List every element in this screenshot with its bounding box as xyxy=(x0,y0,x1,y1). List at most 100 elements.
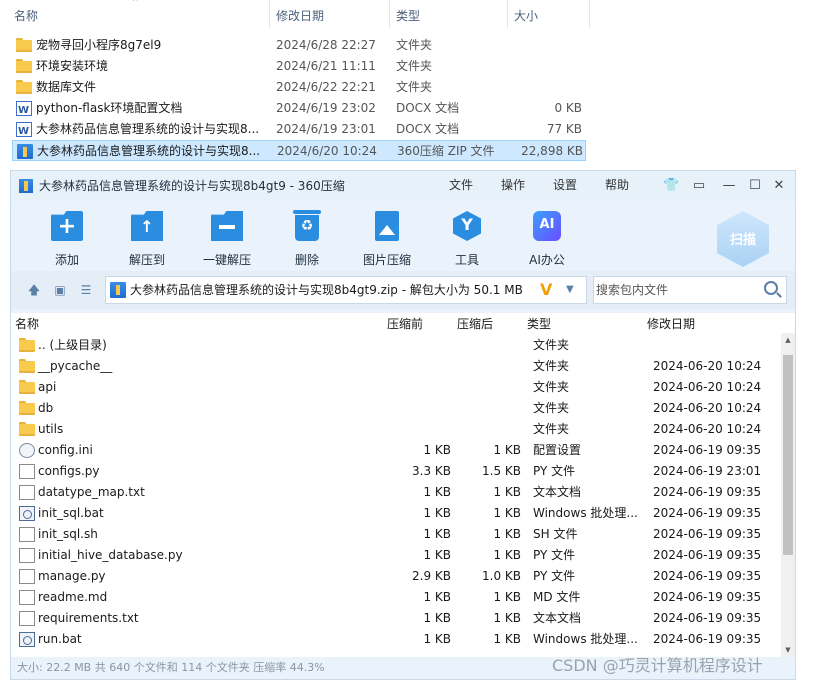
skin-icon[interactable]: 👕 xyxy=(663,178,679,194)
size-before: 1 KB xyxy=(423,590,451,604)
archive-row[interactable]: initial_hive_database.py 1 KB 1 KB PY 文件 202… xyxy=(11,545,781,566)
entry-type: PY 文件 xyxy=(533,464,576,478)
entry-name: config.ini xyxy=(38,443,93,457)
extract-label: 解压到 xyxy=(128,253,165,267)
archive-row[interactable]: requirements.txt 1 KB 1 KB 文本文档 2024-06-19 0… xyxy=(11,608,781,629)
archive-row[interactable]: utils 文件夹 2024-06-20 10:24 xyxy=(11,419,781,440)
zip-icon xyxy=(17,144,33,159)
one-click-extract-label: 一键解压 xyxy=(202,253,251,267)
archive-row[interactable]: config.ini 1 KB 1 KB 配置设置 2024-06-19 09:35 xyxy=(11,440,781,461)
size-before: 1 KB xyxy=(423,485,451,499)
modified-date: 2024/6/21 11:11 xyxy=(276,59,376,73)
tools-label: 工具 xyxy=(454,253,479,267)
archive-row[interactable]: .. (上级目录) 文件夹 xyxy=(11,335,781,356)
list-column-header: 名称 压缩前 压缩后 类型 修改日期 xyxy=(11,313,781,333)
image-compress-button[interactable]: 图片压缩 xyxy=(347,207,427,269)
ai-office-button[interactable]: AI办公 xyxy=(507,207,587,269)
add-button[interactable]: 添加 xyxy=(27,207,107,269)
file-icon xyxy=(19,569,35,584)
archive-row[interactable]: readme.md 1 KB 1 KB MD 文件 2024-06-19 09:35 xyxy=(11,587,781,608)
archive-path-field[interactable]: 大参林药品信息管理系统的设计与实现8b4gt9.zip - 解包大小为 50.1… xyxy=(105,276,587,304)
modified-date: 2024/6/19 23:02 xyxy=(276,101,376,115)
minimize-icon[interactable]: — xyxy=(721,178,737,194)
explorer-row[interactable]: 宠物寻回小程序8g7el9 2024/6/28 22:27 文件夹 xyxy=(12,35,586,56)
file-type: 360压缩 ZIP 文件 xyxy=(397,144,495,158)
modified-date: 2024/6/20 10:24 xyxy=(277,144,377,158)
chevron-down-icon[interactable]: ▼ xyxy=(566,281,574,299)
entry-type: MD 文件 xyxy=(533,590,581,604)
column-compressed-before[interactable]: 压缩前 xyxy=(387,313,423,335)
entry-type: 文件夹 xyxy=(533,422,570,436)
column-name[interactable]: 名称 xyxy=(15,313,39,335)
folder-icon xyxy=(19,401,35,416)
column-size[interactable]: 大小 xyxy=(508,0,590,28)
menu-file[interactable]: 文件 xyxy=(449,171,473,199)
archive-row[interactable]: __pycache__ 文件夹 2024-06-20 10:24 xyxy=(11,356,781,377)
entry-date: 2024-06-20 10:24 xyxy=(653,380,762,394)
feedback-icon[interactable]: ▭ xyxy=(691,178,707,194)
list-view-icon[interactable]: ☰ xyxy=(79,283,93,297)
window-title: 大参林药品信息管理系统的设计与实现8b4gt9 - 360压缩 xyxy=(39,179,345,193)
archive-row[interactable]: manage.py 2.9 KB 1.0 KB PY 文件 2024-06-19 09:… xyxy=(11,566,781,587)
column-type[interactable]: 类型 xyxy=(527,313,551,335)
entry-name: run.bat xyxy=(38,632,82,646)
entry-type: Windows 批处理... xyxy=(533,506,638,520)
entry-type: PY 文件 xyxy=(533,569,576,583)
file-icon xyxy=(19,485,35,500)
entry-name: __pycache__ xyxy=(38,359,113,373)
archive-row[interactable]: init_sql.bat 1 KB 1 KB Windows 批处理... 2024-0… xyxy=(11,503,781,524)
file-size: 77 KB xyxy=(546,122,582,136)
maximize-icon[interactable]: ☐ xyxy=(747,178,763,194)
size-after: 1 KB xyxy=(493,611,521,625)
explorer-row[interactable]: 大参林药品信息管理系统的设计与实现8... 2024/6/20 10:24 360压… xyxy=(12,140,586,161)
delete-icon xyxy=(293,210,321,241)
column-name[interactable]: 名称 xyxy=(8,0,270,28)
tools-button[interactable]: 工具 xyxy=(427,207,507,269)
folder-icon xyxy=(16,59,32,74)
explorer-row[interactable]: python-flask环境配置文档 2024/6/19 23:02 DOCX 文档… xyxy=(12,98,586,121)
entry-date: 2024-06-19 09:35 xyxy=(653,569,762,583)
one-click-extract-button[interactable]: 一键解压 xyxy=(187,207,267,269)
vertical-scrollbar[interactable]: ▲ ▼ xyxy=(781,333,795,657)
up-level-icon[interactable]: 🡅 xyxy=(27,283,41,297)
menu-help[interactable]: 帮助 xyxy=(605,171,629,199)
archive-row[interactable]: db 文件夹 2024-06-20 10:24 xyxy=(11,398,781,419)
scroll-down-icon[interactable]: ▼ xyxy=(781,643,795,657)
scroll-thumb[interactable] xyxy=(783,355,793,555)
search-box[interactable] xyxy=(593,276,787,304)
verified-icon[interactable]: V xyxy=(540,280,552,300)
menu-settings[interactable]: 设置 xyxy=(553,171,577,199)
entry-type: 文件夹 xyxy=(533,380,570,394)
delete-button[interactable]: 删除 xyxy=(267,207,347,269)
column-compressed-after[interactable]: 压缩后 xyxy=(457,313,493,335)
entry-name: configs.py xyxy=(38,464,100,478)
search-input[interactable] xyxy=(596,279,756,301)
search-icon[interactable] xyxy=(764,281,778,295)
size-after: 1 KB xyxy=(493,548,521,562)
entry-type: PY 文件 xyxy=(533,548,576,562)
title-bar: 大参林药品信息管理系统的设计与实现8b4gt9 - 360压缩 文件 操作 设置… xyxy=(11,171,795,201)
archive-row[interactable]: init_sql.sh 1 KB 1 KB SH 文件 2024-06-19 09:35 xyxy=(11,524,781,545)
explorer-row[interactable]: 环境安装环境 2024/6/21 11:11 文件夹 xyxy=(12,56,586,77)
column-date[interactable]: 修改日期 xyxy=(270,0,390,28)
file-icon xyxy=(19,590,35,605)
column-modified-date[interactable]: 修改日期 xyxy=(647,313,695,335)
extract-to-button[interactable]: 解压到 xyxy=(107,207,187,269)
menu-action[interactable]: 操作 xyxy=(501,171,525,199)
explorer-row[interactable]: 大参林药品信息管理系统的设计与实现8... 2024/6/19 23:01 DOCX… xyxy=(12,119,586,142)
entry-date: 2024-06-19 09:35 xyxy=(653,506,762,520)
scroll-up-icon[interactable]: ▲ xyxy=(781,333,795,347)
column-type[interactable]: 类型 xyxy=(390,0,508,28)
entry-date: 2024-06-19 09:35 xyxy=(653,527,762,541)
entry-date: 2024-06-20 10:24 xyxy=(653,422,762,436)
extract-icon xyxy=(131,211,163,241)
entry-name: init_sql.sh xyxy=(38,527,98,541)
explorer-row[interactable]: 数据库文件 2024/6/22 22:21 文件夹 xyxy=(12,77,586,98)
thumbnail-view-icon[interactable]: ▣ xyxy=(53,283,67,297)
close-icon[interactable]: ✕ xyxy=(771,178,787,194)
archive-row[interactable]: datatype_map.txt 1 KB 1 KB 文本文档 2024-06-19 0… xyxy=(11,482,781,503)
file-size: 22,898 KB xyxy=(521,144,583,158)
archive-row[interactable]: run.bat 1 KB 1 KB Windows 批处理... 2024-06-19 … xyxy=(11,629,781,650)
archive-row[interactable]: configs.py 3.3 KB 1.5 KB PY 文件 2024-06-19 23… xyxy=(11,461,781,482)
archive-row[interactable]: api 文件夹 2024-06-20 10:24 xyxy=(11,377,781,398)
